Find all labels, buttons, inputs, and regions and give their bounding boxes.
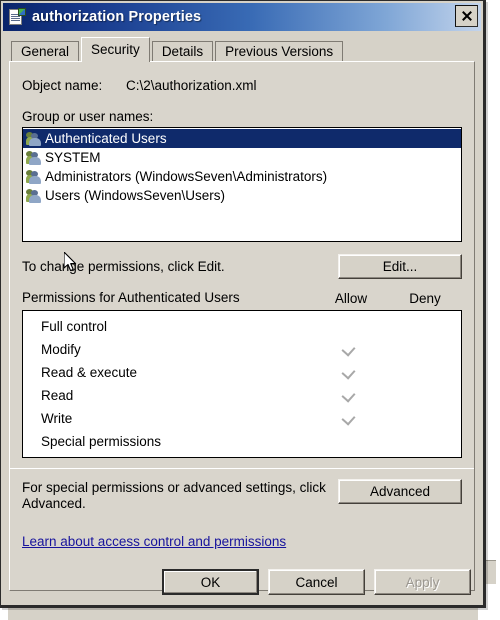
group-or-user-names-list[interactable]: Authenticated Users SYSTEM Administrator…: [22, 127, 462, 242]
advanced-hint-text: For special permissions or advanced sett…: [22, 480, 326, 511]
section-divider: [10, 468, 474, 469]
edit-hint-row: To change permissions, click Edit. Edit.…: [22, 254, 462, 280]
cancel-button[interactable]: Cancel: [268, 569, 365, 595]
object-name-value: C:\2\authorization.xml: [126, 78, 257, 93]
list-item[interactable]: Authenticated Users: [23, 129, 461, 148]
permission-label: Write: [41, 411, 73, 426]
checkmark-icon: [341, 410, 356, 426]
deny-checkbox[interactable]: [387, 361, 461, 384]
deny-checkbox[interactable]: [387, 338, 461, 361]
title-bar[interactable]: authorization Properties: [3, 3, 481, 31]
allow-checkbox[interactable]: [313, 407, 387, 430]
learn-about-access-control-link[interactable]: Learn about access control and permissio…: [22, 534, 286, 549]
deny-column-header: Deny: [409, 291, 441, 306]
permissions-header-row: Permissions for Authenticated Users Allo…: [22, 290, 462, 306]
object-name-row: Object name: C:\2\authorization.xml: [22, 78, 462, 93]
properties-dialog: authorization Properties General Securit…: [0, 0, 486, 608]
list-item-label: Users (WindowsSeven\Users): [45, 188, 226, 203]
permissions-for-label: Permissions for Authenticated Users: [22, 290, 240, 305]
table-row[interactable]: Read: [23, 384, 461, 407]
list-item-label: Authenticated Users: [45, 131, 167, 146]
table-row[interactable]: Write: [23, 407, 461, 430]
users-icon: [26, 169, 42, 184]
group-or-user-names-label: Group or user names:: [22, 109, 154, 124]
list-item[interactable]: SYSTEM: [23, 148, 461, 167]
checkmark-icon: [341, 364, 356, 380]
allow-checkbox[interactable]: [313, 384, 387, 407]
checkmark-icon: [341, 341, 356, 357]
table-row[interactable]: Read & execute: [23, 361, 461, 384]
xml-document-icon: [8, 8, 26, 26]
object-name-label: Object name:: [22, 78, 103, 93]
close-icon[interactable]: [455, 5, 478, 27]
allow-checkbox[interactable]: [313, 361, 387, 384]
table-row[interactable]: Special permissions: [23, 430, 461, 453]
ok-button[interactable]: OK: [162, 569, 259, 595]
permission-label: Special permissions: [41, 434, 162, 449]
list-item-label: SYSTEM: [45, 150, 101, 165]
allow-checkbox[interactable]: [313, 315, 387, 338]
users-icon: [26, 131, 42, 146]
edit-hint-text: To change permissions, click Edit.: [22, 259, 225, 274]
table-row[interactable]: Full control: [23, 315, 461, 338]
permission-label: Full control: [41, 319, 108, 334]
allow-column-header: Allow: [334, 291, 368, 306]
edit-button[interactable]: Edit...: [338, 254, 462, 279]
window-title: authorization Properties: [32, 9, 202, 25]
deny-checkbox[interactable]: [387, 315, 461, 338]
tab-general[interactable]: General: [11, 41, 80, 61]
list-item-label: Administrators (WindowsSeven\Administrat…: [45, 169, 328, 184]
deny-checkbox[interactable]: [387, 430, 461, 453]
table-row[interactable]: Modify: [23, 338, 461, 361]
deny-checkbox[interactable]: [387, 384, 461, 407]
allow-checkbox[interactable]: [313, 338, 387, 361]
tab-previous-versions[interactable]: Previous Versions: [215, 41, 344, 61]
tab-security[interactable]: Security: [81, 37, 150, 62]
tab-strip: General Security Details Previous Versio…: [11, 37, 483, 62]
security-tab-panel: Object name: C:\2\authorization.xml Grou…: [9, 61, 475, 591]
users-icon: [26, 188, 42, 203]
background-window-bottom: [8, 606, 478, 620]
tab-details[interactable]: Details: [151, 41, 214, 61]
checkmark-icon: [341, 387, 356, 403]
permission-label: Read & execute: [41, 365, 138, 380]
deny-checkbox[interactable]: [387, 407, 461, 430]
permission-label: Modify: [41, 342, 81, 357]
advanced-hint-row: For special permissions or advanced sett…: [22, 479, 462, 512]
advanced-button[interactable]: Advanced: [338, 479, 462, 504]
users-icon: [26, 150, 42, 165]
dialog-button-bar: OK Cancel Apply: [9, 565, 475, 599]
apply-button: Apply: [374, 569, 471, 595]
allow-checkbox[interactable]: [313, 430, 387, 453]
list-item[interactable]: Administrators (WindowsSeven\Administrat…: [23, 167, 461, 186]
permission-label: Read: [41, 388, 74, 403]
permissions-list[interactable]: Full control Modify Read & execute Read: [22, 310, 462, 458]
list-item[interactable]: Users (WindowsSeven\Users): [23, 186, 461, 205]
